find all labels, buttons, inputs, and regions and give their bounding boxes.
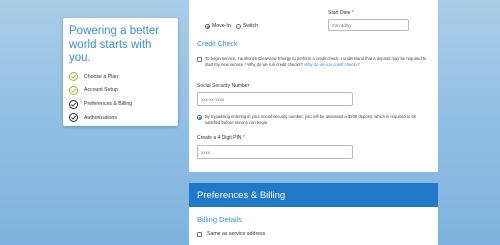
step-label: Preferences & Billing <box>84 101 133 108</box>
move-in-label[interactable]: Move-In <box>212 23 231 29</box>
step-label: Choose a Plan <box>84 73 119 80</box>
same-as-service-label: Same as service address <box>207 231 266 237</box>
billing-details-title: Billing Details <box>197 215 243 224</box>
pin-input[interactable] <box>197 145 353 159</box>
ssn-bypass: By bypassing entering in your social sec… <box>197 114 427 126</box>
step-choose-plan[interactable]: Choose a Plan <box>69 71 172 84</box>
step-preferences-billing[interactable]: Preferences & Billing <box>69 98 172 111</box>
credit-check-title: Credit Check <box>197 41 238 48</box>
progress-title: Powering a better world starts with you. <box>69 25 160 64</box>
same-as-service-checkbox[interactable] <box>197 231 202 237</box>
progress-card: Powering a better world starts with you.… <box>63 18 178 126</box>
start-date-label: Start Date * <box>328 10 354 16</box>
check-circle-icon <box>69 85 78 95</box>
credit-consent-text: To begin service, I authorize Clearview … <box>205 56 427 67</box>
billing-section: Billing Details Same as service address <box>189 207 438 245</box>
switch-radio[interactable] <box>235 23 241 29</box>
same-as-service-row[interactable]: Same as service address <box>197 231 265 237</box>
check-circle-icon <box>69 99 78 109</box>
step-label: Account Setup <box>84 87 118 94</box>
credit-check-link[interactable]: Why do we run credit checks? <box>304 62 360 67</box>
ssn-label: Social Security Number <box>197 83 250 89</box>
move-type-group: Move-In Switch <box>205 23 263 29</box>
step-authorizations[interactable]: Authorizations <box>69 112 172 125</box>
billing-section-header: Preferences & Billing <box>189 183 438 207</box>
check-circle-icon <box>69 113 78 123</box>
start-date-input[interactable] <box>328 19 409 31</box>
credit-consent: To begin service, I authorize Clearview … <box>197 56 427 68</box>
check-circle-icon <box>69 72 78 82</box>
pin-label: Create a 4 Digit PIN * <box>197 135 245 141</box>
service-form: Move-In Switch Start Date * Credit Check… <box>189 0 438 172</box>
step-account-setup[interactable]: Account Setup <box>69 84 172 97</box>
move-in-radio[interactable] <box>205 23 210 29</box>
step-label: Authorizations <box>84 114 117 121</box>
credit-consent-checkbox[interactable] <box>197 57 202 62</box>
switch-label[interactable]: Switch <box>243 23 258 29</box>
ssn-bypass-radio[interactable] <box>197 115 202 120</box>
ssn-bypass-text: By bypassing entering in your social sec… <box>205 114 417 125</box>
ssn-input[interactable] <box>197 92 353 106</box>
start-date-field: Start Date * <box>328 10 409 31</box>
